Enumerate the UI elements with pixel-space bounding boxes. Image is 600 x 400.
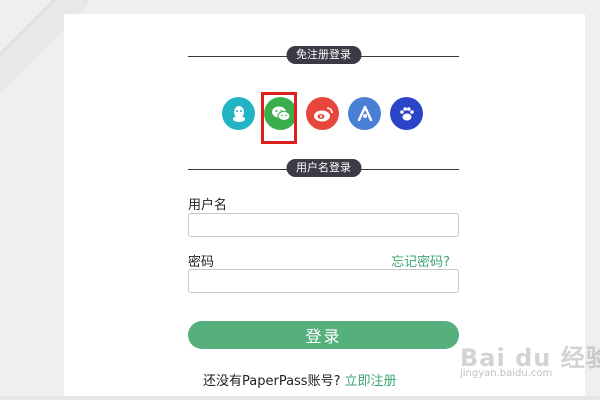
qq-icon bbox=[229, 104, 249, 124]
weibo-icon bbox=[312, 105, 334, 123]
quick-login-header: 免注册登录 bbox=[188, 46, 459, 66]
forgot-password-link[interactable]: 忘记密码? bbox=[391, 251, 450, 270]
register-prompt: 还没有PaperPass账号? bbox=[203, 374, 341, 389]
weibo-login-button[interactable] bbox=[306, 97, 339, 130]
register-link[interactable]: 立即注册 bbox=[344, 374, 396, 389]
password-input[interactable] bbox=[188, 269, 459, 293]
baidu-paw-icon bbox=[397, 104, 417, 124]
baidu-login-button[interactable] bbox=[390, 97, 423, 130]
baidu-paw-alt-icon bbox=[355, 104, 375, 124]
username-input[interactable] bbox=[188, 213, 459, 237]
password-label: 密码 bbox=[188, 255, 215, 270]
bottom-edge bbox=[0, 396, 600, 400]
baidu-jingyan-watermark: Bai du 经验 jingyan.baidu.com bbox=[450, 330, 600, 390]
register-row: 还没有PaperPass账号? 立即注册 bbox=[203, 370, 397, 389]
account-login-header: 用户名登录 bbox=[188, 159, 459, 179]
username-label: 用户名 bbox=[188, 198, 228, 213]
screenshot-stage: 免注册登录 用户名登录 用户名 密码 忘记密码? 登录 还没有PaperPass… bbox=[0, 0, 600, 400]
wechat-highlight-box bbox=[261, 92, 297, 144]
baidu-alt-login-button[interactable] bbox=[348, 97, 381, 130]
account-login-heading: 用户名登录 bbox=[286, 159, 361, 177]
quick-login-heading: 免注册登录 bbox=[286, 46, 361, 64]
watermark-url: jingyan.baidu.com bbox=[460, 368, 553, 379]
login-button[interactable]: 登录 bbox=[188, 321, 459, 349]
qq-login-button[interactable] bbox=[222, 97, 255, 130]
